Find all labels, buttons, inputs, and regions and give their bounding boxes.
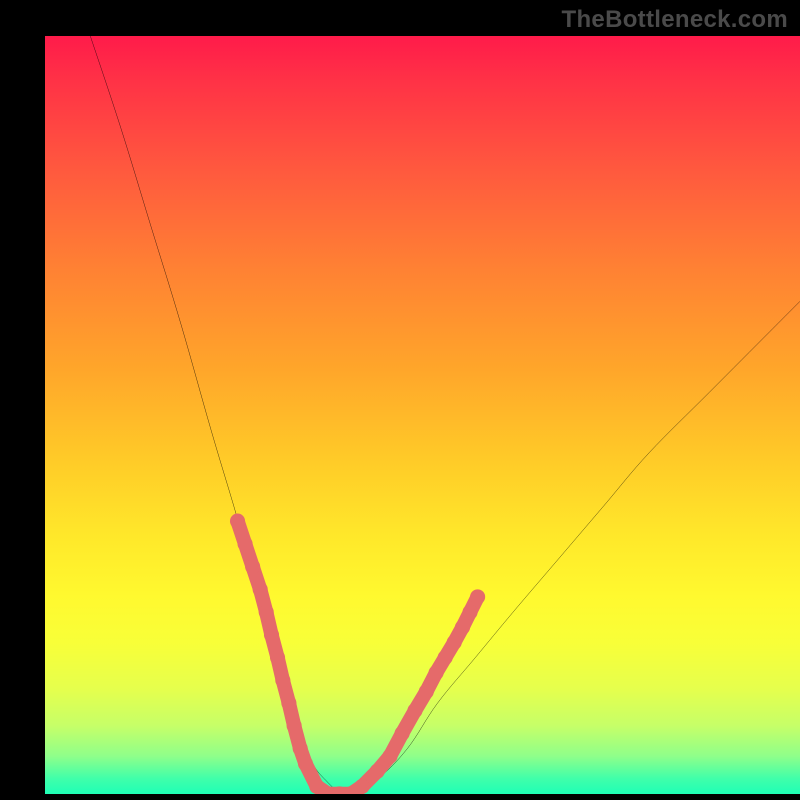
highlight-dot [270,650,285,665]
highlight-dot [447,635,462,650]
highlight-dot [455,620,470,635]
highlight-dot [281,695,296,710]
highlight-dot [470,589,485,604]
attribution-text: TheBottleneck.com [562,6,788,34]
highlight-dot [407,703,422,718]
highlight-dot [275,673,290,688]
highlight-dot [245,559,260,574]
highlight-dot [429,665,444,680]
bottleneck-curve-path [90,36,800,794]
highlight-dot [298,756,313,771]
highlight-dot [264,627,279,642]
highlight-dot [419,684,434,699]
chart-svg [45,36,800,794]
highlight-dots-layer [230,514,485,794]
highlight-dot [238,536,253,551]
chart-frame: TheBottleneck.com [0,0,800,800]
highlight-dot [463,605,478,620]
chart-plot-area [45,36,800,794]
highlight-dot [355,779,370,794]
highlight-dot [230,514,245,529]
highlight-dot [438,650,453,665]
highlight-dot [293,741,308,756]
highlight-dot [370,764,385,779]
highlight-dot [287,718,302,733]
highlight-dot [259,605,274,620]
highlight-dot [253,582,268,597]
highlight-dot [395,726,410,741]
highlight-dot [382,749,397,764]
